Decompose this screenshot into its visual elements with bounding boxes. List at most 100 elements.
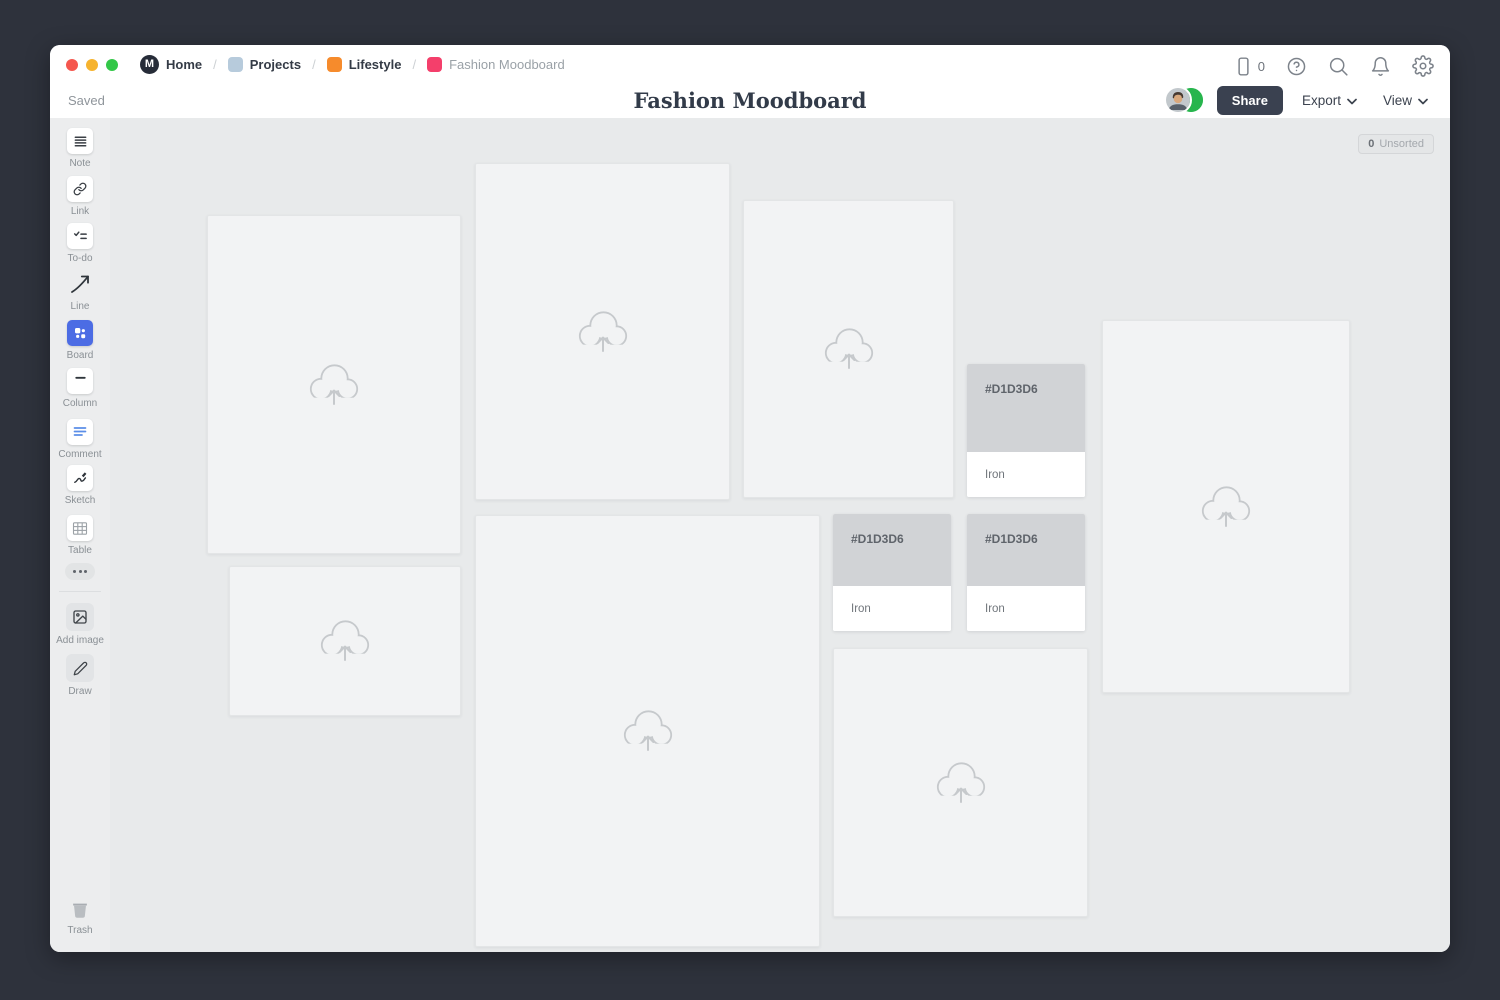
image-icon bbox=[66, 603, 94, 631]
user-avatar bbox=[1164, 86, 1192, 114]
table-icon bbox=[67, 515, 93, 541]
save-status: Saved bbox=[68, 93, 105, 108]
image-upload-card[interactable] bbox=[833, 648, 1088, 917]
notifications-icon[interactable] bbox=[1370, 56, 1391, 77]
note-icon bbox=[67, 128, 93, 154]
color-swatch-card[interactable]: #D1D3D6 Iron bbox=[967, 514, 1085, 631]
sketch-icon bbox=[67, 465, 93, 491]
swatch-color-area: #D1D3D6 bbox=[967, 514, 1085, 586]
minimize-window-button[interactable] bbox=[86, 59, 98, 71]
tool-link[interactable]: Link bbox=[50, 176, 110, 217]
settings-icon[interactable] bbox=[1412, 55, 1434, 77]
tool-table[interactable]: Table bbox=[50, 515, 110, 556]
image-upload-card[interactable] bbox=[229, 566, 461, 716]
image-upload-card[interactable] bbox=[475, 163, 730, 500]
breadcrumb: M Home / Projects / Lifestyle / Fashion … bbox=[140, 55, 565, 74]
export-label: Export bbox=[1302, 93, 1341, 108]
close-window-button[interactable] bbox=[66, 59, 78, 71]
board-canvas[interactable]: 0 Unsorted #D1D3D6 Iron bbox=[110, 118, 1450, 952]
chevron-down-icon bbox=[1418, 98, 1428, 105]
swatch-name: Iron bbox=[833, 586, 951, 631]
tool-board[interactable]: Board bbox=[50, 320, 110, 361]
tool-label: Comment bbox=[58, 449, 101, 460]
tool-label: Add image bbox=[56, 635, 104, 646]
tool-sidebar: Note Link To-do Line Board bbox=[50, 118, 111, 952]
tool-add-image[interactable]: Add image bbox=[50, 603, 110, 646]
sidebar-divider bbox=[59, 591, 101, 592]
image-upload-card[interactable] bbox=[207, 215, 461, 554]
window-controls bbox=[66, 59, 118, 71]
view-dropdown[interactable]: View bbox=[1383, 93, 1428, 108]
swatch-hex: #D1D3D6 bbox=[985, 382, 1038, 396]
breadcrumb-separator: / bbox=[412, 57, 416, 72]
chevron-down-icon bbox=[1347, 98, 1357, 105]
breadcrumb-label: Projects bbox=[250, 57, 301, 72]
tool-label: Board bbox=[67, 350, 94, 361]
image-upload-card[interactable] bbox=[475, 515, 820, 947]
tool-todo[interactable]: To-do bbox=[50, 223, 110, 264]
breadcrumb-home[interactable]: M Home bbox=[140, 55, 202, 74]
tool-label: Link bbox=[71, 206, 89, 217]
tool-trash[interactable]: Trash bbox=[50, 897, 110, 936]
color-swatch-card[interactable]: #D1D3D6 Iron bbox=[967, 364, 1085, 497]
board-color-icon bbox=[228, 57, 243, 72]
unsorted-label: Unsorted bbox=[1379, 138, 1424, 150]
trash-icon bbox=[67, 897, 93, 921]
comment-icon bbox=[67, 419, 93, 445]
tool-line[interactable]: Line bbox=[50, 271, 110, 312]
help-icon[interactable] bbox=[1286, 56, 1307, 77]
tool-label: Table bbox=[68, 545, 92, 556]
share-button[interactable]: Share bbox=[1217, 86, 1283, 115]
tool-comment[interactable]: Comment bbox=[50, 419, 110, 460]
breadcrumb-lifestyle[interactable]: Lifestyle bbox=[327, 57, 402, 72]
swatch-name: Iron bbox=[967, 452, 1085, 497]
breadcrumb-separator: / bbox=[312, 57, 316, 72]
cloud-upload-icon bbox=[821, 326, 877, 372]
board-icon bbox=[67, 320, 93, 346]
breadcrumb-label: Home bbox=[166, 57, 202, 72]
link-icon bbox=[67, 176, 93, 202]
todo-icon bbox=[67, 223, 93, 249]
device-sync-button[interactable]: 0 bbox=[1233, 56, 1265, 77]
tool-label: Draw bbox=[68, 686, 91, 697]
tool-label: To-do bbox=[67, 253, 92, 264]
unsorted-badge[interactable]: 0 Unsorted bbox=[1358, 134, 1434, 154]
more-dots-icon bbox=[65, 563, 95, 580]
tool-note[interactable]: Note bbox=[50, 128, 110, 169]
tool-label: Line bbox=[71, 301, 90, 312]
tool-label: Trash bbox=[67, 925, 92, 936]
swatch-name: Iron bbox=[967, 586, 1085, 631]
cloud-upload-icon bbox=[1198, 484, 1254, 530]
zoom-window-button[interactable] bbox=[106, 59, 118, 71]
tool-column[interactable]: Column bbox=[50, 368, 110, 409]
tool-draw[interactable]: Draw bbox=[50, 654, 110, 697]
tool-sketch[interactable]: Sketch bbox=[50, 465, 110, 506]
tool-more[interactable] bbox=[50, 563, 110, 580]
board-color-icon bbox=[427, 57, 442, 72]
line-arrow-icon bbox=[67, 271, 93, 297]
tool-label: Sketch bbox=[65, 495, 96, 506]
cloud-upload-icon bbox=[933, 760, 989, 806]
collaborator-avatars[interactable] bbox=[1164, 87, 1205, 113]
color-swatch-card[interactable]: #D1D3D6 Iron bbox=[833, 514, 951, 631]
image-upload-card[interactable] bbox=[1102, 320, 1350, 693]
breadcrumb-current[interactable]: Fashion Moodboard bbox=[427, 57, 565, 72]
tool-label: Note bbox=[69, 158, 90, 169]
cloud-upload-icon bbox=[317, 618, 373, 664]
swatch-color-area: #D1D3D6 bbox=[967, 364, 1085, 452]
search-icon[interactable] bbox=[1328, 56, 1349, 77]
breadcrumb-separator: / bbox=[213, 57, 217, 72]
export-dropdown[interactable]: Export bbox=[1302, 93, 1357, 108]
milanote-logo-icon: M bbox=[140, 55, 159, 74]
device-count: 0 bbox=[1258, 59, 1265, 74]
cloud-upload-icon bbox=[620, 708, 676, 754]
breadcrumb-label: Fashion Moodboard bbox=[449, 57, 565, 72]
view-label: View bbox=[1383, 93, 1412, 108]
unsorted-count: 0 bbox=[1368, 138, 1374, 150]
device-icon bbox=[1233, 56, 1254, 77]
cloud-upload-icon bbox=[306, 362, 362, 408]
breadcrumb-projects[interactable]: Projects bbox=[228, 57, 301, 72]
cloud-upload-icon bbox=[575, 309, 631, 355]
image-upload-card[interactable] bbox=[743, 200, 954, 498]
column-icon bbox=[67, 368, 93, 394]
